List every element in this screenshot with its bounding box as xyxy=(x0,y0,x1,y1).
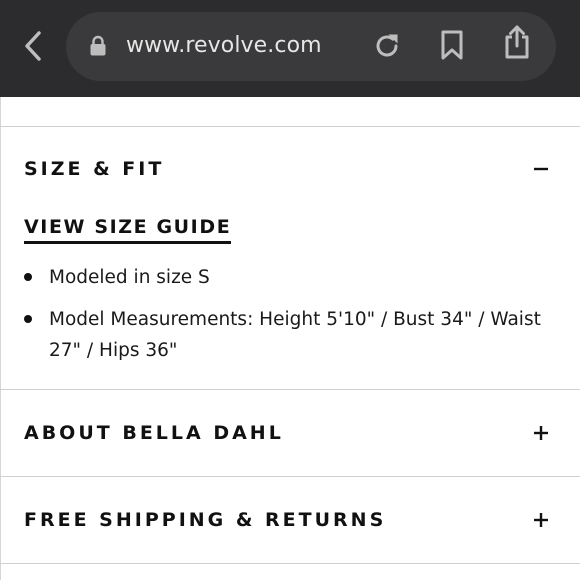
list-item: Modeled in size S xyxy=(49,267,210,288)
view-size-guide-link[interactable]: VIEW SIZE GUIDE xyxy=(24,212,232,244)
accordion-header-size-fit[interactable]: SIZE & FIT xyxy=(0,139,580,199)
divider xyxy=(0,476,580,477)
divider xyxy=(0,563,580,564)
back-button[interactable] xyxy=(18,27,48,65)
reload-icon xyxy=(376,34,398,57)
accordion-title: ABOUT BELLA DAHL xyxy=(24,422,284,444)
share-button[interactable] xyxy=(501,25,533,59)
minus-icon xyxy=(534,167,548,171)
bullet-dot xyxy=(24,273,32,281)
accordion-header-about-bella-dahl[interactable]: ABOUT BELLA DAHL xyxy=(0,403,580,463)
bullet-dot xyxy=(24,315,32,323)
chevron-left-icon xyxy=(25,31,41,61)
share-icon xyxy=(505,25,529,59)
url-text[interactable]: www.revolve.com xyxy=(126,30,322,62)
reload-button[interactable] xyxy=(371,30,403,62)
plus-icon xyxy=(534,513,548,527)
plus-icon xyxy=(534,426,548,440)
divider xyxy=(0,126,580,127)
lock-icon xyxy=(90,35,106,56)
divider xyxy=(0,389,580,390)
list-item: Model Measurements: Height 5'10" / Bust … xyxy=(49,309,541,361)
accordion-title: FREE SHIPPING & RETURNS xyxy=(24,509,387,531)
browser-toolbar: www.revolve.com xyxy=(0,0,580,97)
accordion-title: SIZE & FIT xyxy=(24,158,165,180)
accordion-header-free-shipping-returns[interactable]: FREE SHIPPING & RETURNS xyxy=(0,490,580,550)
bookmark-icon xyxy=(441,30,463,60)
bookmark-button[interactable] xyxy=(436,29,468,61)
